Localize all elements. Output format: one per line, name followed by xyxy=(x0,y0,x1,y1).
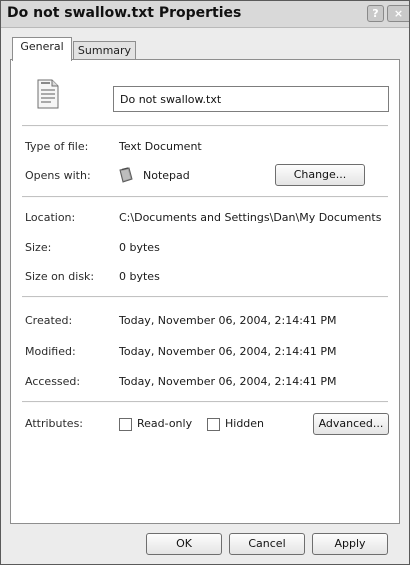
tab-general[interactable]: General xyxy=(12,37,72,61)
readonly-checkbox[interactable] xyxy=(119,418,132,431)
close-button[interactable]: × xyxy=(387,5,409,22)
type-of-file-label: Type of file: xyxy=(25,140,89,153)
general-panel: Do not swallow.txt Type of file: Text Do… xyxy=(10,59,400,524)
close-icon: × xyxy=(393,7,404,20)
hidden-checkbox[interactable] xyxy=(207,418,220,431)
divider xyxy=(22,125,388,127)
cancel-button-label: Cancel xyxy=(248,537,286,550)
cancel-button[interactable]: Cancel xyxy=(229,533,305,555)
accessed-label: Accessed: xyxy=(25,375,81,388)
modified-value: Today, November 06, 2004, 2:14:41 PM xyxy=(119,345,337,358)
ok-button[interactable]: OK xyxy=(146,533,222,555)
properties-dialog: Do not swallow.txt Properties ? × Genera… xyxy=(0,0,410,565)
title-bar[interactable]: Do not swallow.txt Properties ? × xyxy=(1,1,409,28)
location-value: C:\Documents and Settings\Dan\My Documen… xyxy=(119,211,382,224)
size-value: 0 bytes xyxy=(119,241,160,254)
size-on-disk-value: 0 bytes xyxy=(119,270,160,283)
change-button[interactable]: Change... xyxy=(275,164,365,186)
help-icon: ? xyxy=(372,7,379,20)
ok-button-label: OK xyxy=(176,537,192,550)
advanced-button[interactable]: Advanced... xyxy=(313,413,389,435)
type-of-file-value: Text Document xyxy=(119,140,202,153)
attributes-label: Attributes: xyxy=(25,417,84,430)
notepad-icon xyxy=(119,167,133,183)
help-button[interactable]: ? xyxy=(367,5,384,22)
size-label: Size: xyxy=(25,241,52,254)
window-title: Do not swallow.txt Properties xyxy=(7,5,242,21)
file-name-value: Do not swallow.txt xyxy=(120,93,222,106)
size-on-disk-label: Size on disk: xyxy=(25,270,95,283)
tab-summary[interactable]: Summary xyxy=(73,41,136,61)
divider xyxy=(22,401,388,403)
readonly-label[interactable]: Read-only xyxy=(137,417,192,430)
created-value: Today, November 06, 2004, 2:14:41 PM xyxy=(119,314,337,327)
file-name-field[interactable]: Do not swallow.txt xyxy=(113,86,389,112)
opens-with-value: Notepad xyxy=(143,169,190,182)
advanced-button-label: Advanced... xyxy=(318,417,384,430)
created-label: Created: xyxy=(25,314,73,327)
tab-summary-label: Summary xyxy=(77,44,132,57)
opens-with-label: Opens with: xyxy=(25,169,91,182)
modified-label: Modified: xyxy=(25,345,76,358)
apply-button[interactable]: Apply xyxy=(312,533,388,555)
divider xyxy=(22,296,388,298)
apply-button-label: Apply xyxy=(334,537,366,550)
accessed-value: Today, November 06, 2004, 2:14:41 PM xyxy=(119,375,337,388)
change-button-label: Change... xyxy=(293,168,347,181)
divider xyxy=(22,196,388,198)
hidden-label[interactable]: Hidden xyxy=(225,417,264,430)
tab-general-label: General xyxy=(20,40,64,53)
location-label: Location: xyxy=(25,211,76,224)
text-document-icon xyxy=(37,79,59,109)
